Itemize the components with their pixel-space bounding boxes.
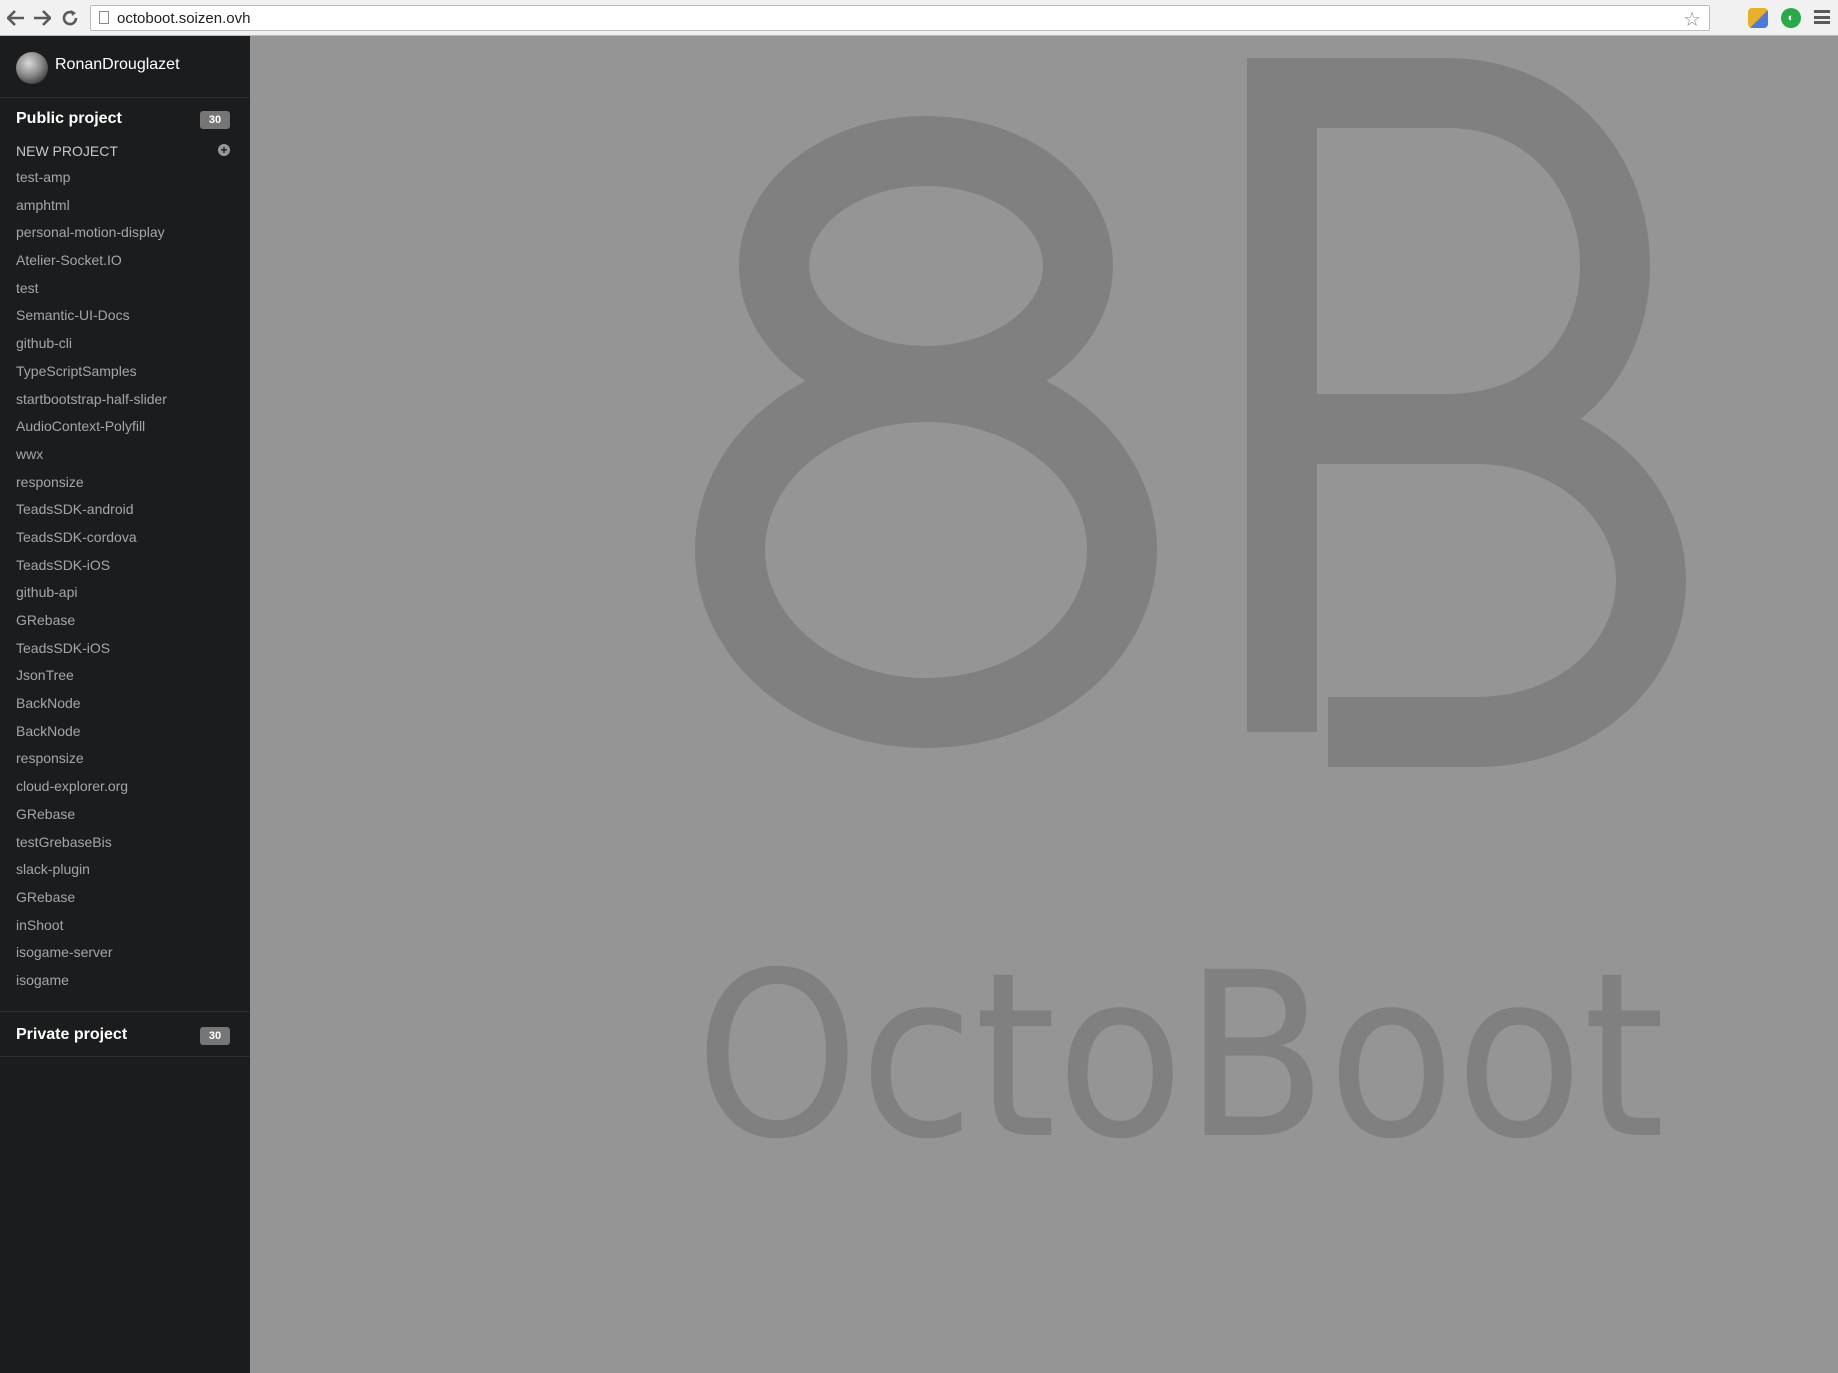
count-badge: 30 (200, 1026, 230, 1045)
page-icon (99, 11, 109, 24)
sidebar: RonanDrouglazet Public project 30 NEW PR… (0, 36, 250, 1373)
plus-icon[interactable]: + (218, 144, 230, 156)
project-item[interactable]: BackNode (0, 718, 250, 746)
project-item[interactable]: personal-motion-display (0, 219, 250, 247)
project-item[interactable]: inShoot (0, 912, 250, 940)
menu-icon[interactable] (1814, 10, 1830, 24)
project-item[interactable]: amphtml (0, 192, 250, 220)
project-item[interactable]: TeadsSDK-iOS (0, 635, 250, 663)
private-project-header[interactable]: Private project 30 (0, 1012, 250, 1057)
project-item[interactable]: GRebase (0, 801, 250, 829)
project-item[interactable]: responsize (0, 469, 250, 497)
new-project-button[interactable]: NEW PROJECT + (0, 136, 250, 164)
new-project-label: NEW PROJECT (16, 143, 118, 159)
project-item[interactable]: test (0, 275, 250, 303)
logo-wordmark: OctoBoot (695, 923, 1665, 1189)
project-item[interactable]: GRebase (0, 884, 250, 912)
project-item[interactable]: startbootstrap-half-slider (0, 386, 250, 414)
username: RonanDrouglazet (55, 56, 180, 73)
address-bar[interactable]: octoboot.soizen.ovh ☆ (90, 5, 1710, 31)
project-item[interactable]: testGrebaseBis (0, 829, 250, 857)
project-item[interactable]: github-api (0, 579, 250, 607)
reload-icon[interactable] (58, 6, 82, 30)
star-icon[interactable]: ☆ (1683, 7, 1701, 32)
project-item[interactable]: isogame-server (0, 939, 250, 967)
project-item[interactable]: responsize (0, 745, 250, 773)
project-item[interactable]: wwx (0, 441, 250, 469)
url-text[interactable]: octoboot.soizen.ovh (117, 10, 250, 27)
project-item[interactable]: TeadsSDK-iOS (0, 552, 250, 580)
avatar (16, 52, 48, 84)
public-project-header[interactable]: Public project 30 (0, 98, 250, 136)
back-arrow-icon[interactable] (4, 6, 28, 30)
project-item[interactable]: cloud-explorer.org (0, 773, 250, 801)
project-item[interactable]: GRebase (0, 607, 250, 635)
extension-icon[interactable] (1748, 8, 1768, 28)
project-item[interactable]: Atelier-Socket.IO (0, 247, 250, 275)
count-badge: 30 (200, 111, 230, 129)
project-item[interactable]: BackNode (0, 690, 250, 718)
project-list: test-amp amphtml personal-motion-display At… (0, 164, 250, 995)
project-item[interactable]: slack-plugin (0, 856, 250, 884)
project-item[interactable]: test-amp (0, 164, 250, 192)
section-title: Public project (16, 110, 122, 127)
main-content: OctoBoot (250, 36, 1838, 1373)
forward-arrow-icon[interactable] (30, 6, 54, 30)
section-title: Private project (16, 1025, 128, 1043)
project-item[interactable]: TeadsSDK-android (0, 496, 250, 524)
project-item[interactable]: JsonTree (0, 662, 250, 690)
project-item[interactable]: TypeScriptSamples (0, 358, 250, 386)
octoboot-logo: OctoBoot (695, 58, 1687, 1189)
project-item[interactable]: github-cli (0, 330, 250, 358)
project-item[interactable]: Semantic-UI-Docs (0, 302, 250, 330)
browser-toolbar: octoboot.soizen.ovh ☆ ◐ (0, 0, 1838, 36)
project-item[interactable]: TeadsSDK-cordova (0, 524, 250, 552)
project-item[interactable]: isogame (0, 967, 250, 995)
extension-icon[interactable]: ◐ (1781, 8, 1801, 28)
user-row[interactable]: RonanDrouglazet (0, 36, 250, 98)
project-item[interactable]: AudioContext-Polyfill (0, 413, 250, 441)
